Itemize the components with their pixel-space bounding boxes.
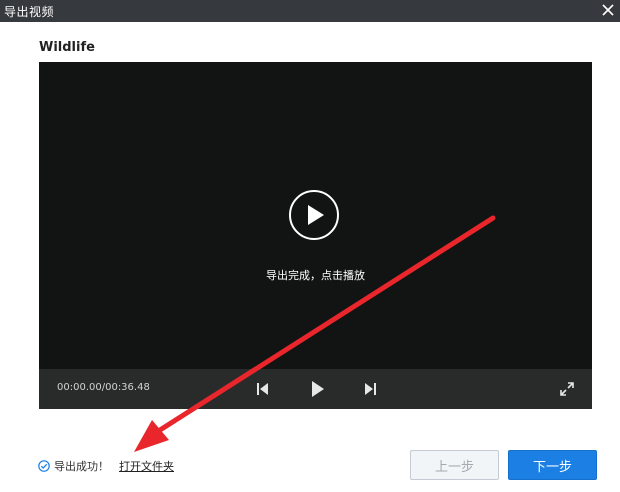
export-status-message: 导出完成，点击播放 bbox=[266, 269, 365, 282]
skip-back-icon[interactable] bbox=[255, 381, 271, 397]
export-success-text: 导出成功！ bbox=[54, 460, 109, 473]
video-player[interactable]: 导出完成，点击播放 00:00.00/00:36.48 bbox=[39, 62, 592, 409]
player-controls: 00:00.00/00:36.48 bbox=[39, 369, 592, 409]
play-icon bbox=[308, 205, 324, 225]
open-folder-link[interactable]: 打开文件夹 bbox=[119, 458, 174, 474]
play-icon[interactable] bbox=[309, 379, 327, 399]
close-icon[interactable] bbox=[599, 1, 617, 19]
next-step-button[interactable]: 下一步 bbox=[508, 450, 597, 480]
video-name: Wildlife bbox=[39, 40, 95, 55]
export-success-status: 导出成功！ bbox=[38, 458, 109, 474]
fullscreen-icon[interactable] bbox=[559, 381, 575, 397]
skip-forward-icon[interactable] bbox=[362, 381, 378, 397]
time-display: 00:00.00/00:36.48 bbox=[57, 382, 150, 393]
play-overlay-button[interactable] bbox=[289, 190, 339, 240]
window-title: 导出视频 bbox=[4, 5, 55, 19]
prev-step-button[interactable]: 上一步 bbox=[410, 450, 499, 480]
window-titlebar: 导出视频 bbox=[0, 0, 620, 22]
check-circle-icon bbox=[38, 460, 50, 472]
